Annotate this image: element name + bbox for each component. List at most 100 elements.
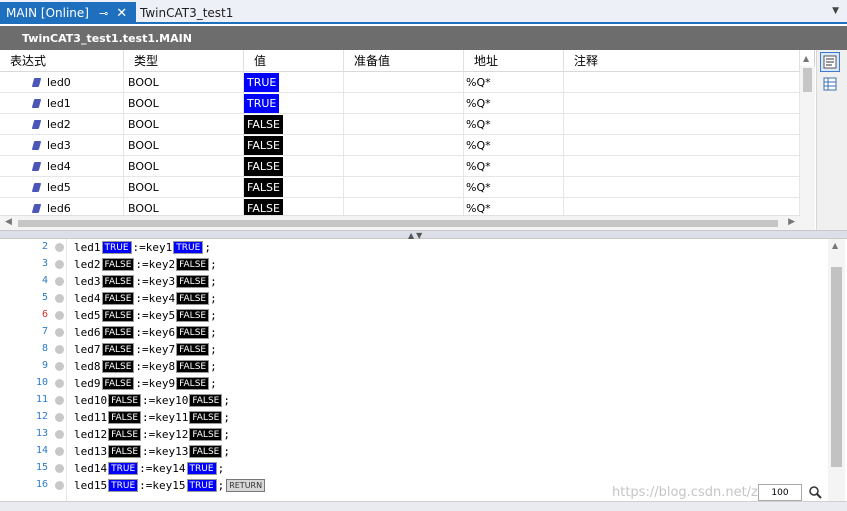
prepared-value-cell[interactable] <box>344 93 464 114</box>
table-row[interactable]: led0 BOOL TRUE %Q* <box>0 72 800 93</box>
inline-value-badge[interactable]: FALSE <box>176 292 210 305</box>
inline-value-badge[interactable]: FALSE <box>189 428 223 441</box>
inline-value-badge[interactable]: FALSE <box>108 411 142 424</box>
code-line[interactable]: led15 TRUE:= key15 TRUE; RETURN <box>74 477 266 494</box>
inline-value-badge[interactable]: FALSE <box>101 309 135 322</box>
breakpoint-marker-icon[interactable] <box>55 345 64 354</box>
code-line[interactable]: led5 FALSE:= key5 FALSE; <box>74 307 217 324</box>
prepared-value-cell[interactable] <box>344 156 464 177</box>
inline-value-badge[interactable]: FALSE <box>108 445 142 458</box>
table-row[interactable]: led5 BOOL FALSE %Q* <box>0 177 800 198</box>
scroll-left-icon[interactable]: ◀ <box>5 217 12 227</box>
inline-value-badge[interactable]: FALSE <box>176 326 210 339</box>
breakpoint-marker-icon[interactable] <box>55 430 64 439</box>
column-header-comment[interactable]: 注释 <box>564 50 800 72</box>
tab-twincat3-test1[interactable]: TwinCAT3_test1 <box>140 3 233 23</box>
inline-value-badge[interactable]: FALSE <box>101 258 135 271</box>
expression-cell[interactable]: led0 <box>0 72 124 93</box>
code-line[interactable]: led6 FALSE:= key6 FALSE; <box>74 324 217 341</box>
scrollbar-thumb[interactable] <box>803 68 812 92</box>
expression-cell[interactable]: led3 <box>0 135 124 156</box>
chevron-down-icon[interactable]: ▼ <box>832 6 839 16</box>
code-line[interactable]: led8 FALSE:= key8 FALSE; <box>74 358 217 375</box>
editor-horizontal-scrollbar[interactable] <box>0 501 847 511</box>
code-line[interactable]: led14 TRUE:= key14 TRUE; <box>74 460 224 477</box>
table-row[interactable]: led4 BOOL FALSE %Q* <box>0 156 800 177</box>
inline-value-badge[interactable]: FALSE <box>176 377 210 390</box>
code-line[interactable]: led11 FALSE:= key11 FALSE; <box>74 409 230 426</box>
declaration-view-icon[interactable] <box>820 52 840 72</box>
code-editor[interactable]: 2 led1 TRUE:= key1 TRUE; 3 led2 FALSE:= key2 FALS… <box>0 239 847 511</box>
scroll-right-icon[interactable]: ▶ <box>788 217 795 227</box>
column-header-address[interactable]: 地址 <box>464 50 564 72</box>
inline-value-badge[interactable]: TRUE <box>101 241 132 254</box>
inline-value-badge[interactable]: FALSE <box>176 360 210 373</box>
breakpoint-marker-icon[interactable] <box>55 481 64 490</box>
inline-value-badge[interactable]: FALSE <box>176 343 210 356</box>
expression-cell[interactable]: led5 <box>0 177 124 198</box>
code-line[interactable]: led1 TRUE:= key1 TRUE; <box>74 239 211 256</box>
table-view-icon[interactable] <box>820 74 840 94</box>
inline-value-badge[interactable]: FALSE <box>101 326 135 339</box>
scroll-up-icon[interactable]: ▲ <box>803 54 809 63</box>
inline-value-badge[interactable]: FALSE <box>176 258 210 271</box>
inline-value-badge[interactable]: FALSE <box>189 394 223 407</box>
breakpoint-marker-icon[interactable] <box>55 328 64 337</box>
inline-value-badge[interactable]: TRUE <box>173 241 204 254</box>
prepared-value-cell[interactable] <box>344 114 464 135</box>
breakpoint-marker-icon[interactable] <box>55 362 64 371</box>
column-header-value[interactable]: 值 <box>244 50 344 72</box>
breakpoint-marker-icon[interactable] <box>55 311 64 320</box>
inline-value-badge[interactable]: TRUE <box>108 462 139 475</box>
breakpoint-marker-icon[interactable] <box>55 260 64 269</box>
pane-splitter[interactable]: ▲▼ <box>0 230 847 240</box>
inline-value-badge[interactable]: TRUE <box>186 479 217 492</box>
code-line[interactable]: led12 FALSE:= key12 FALSE; <box>74 426 230 443</box>
code-line[interactable]: led3 FALSE:= key3 FALSE; <box>74 273 217 290</box>
inline-value-badge[interactable]: FALSE <box>176 275 210 288</box>
scrollbar-thumb[interactable] <box>831 267 842 467</box>
editor-vertical-scrollbar[interactable]: ▲ <box>828 239 845 501</box>
breakpoint-marker-icon[interactable] <box>55 243 64 252</box>
table-row[interactable]: led2 BOOL FALSE %Q* <box>0 114 800 135</box>
code-line[interactable]: led4 FALSE:= key4 FALSE; <box>74 290 217 307</box>
code-line[interactable]: led2 FALSE:= key2 FALSE; <box>74 256 217 273</box>
breakpoint-marker-icon[interactable] <box>55 396 64 405</box>
prepared-value-cell[interactable] <box>344 72 464 93</box>
code-line[interactable]: led13 FALSE:= key13 FALSE; <box>74 443 230 460</box>
expression-cell[interactable]: led2 <box>0 114 124 135</box>
expression-cell[interactable]: led4 <box>0 156 124 177</box>
scroll-up-icon[interactable]: ▲ <box>832 241 838 250</box>
breakpoint-marker-icon[interactable] <box>55 277 64 286</box>
tab-main-online[interactable]: MAIN [Online] ⊸ ✕ <box>0 2 136 24</box>
inline-value-badge[interactable]: FALSE <box>101 377 135 390</box>
inline-value-badge[interactable]: TRUE <box>108 479 139 492</box>
table-row[interactable]: led1 BOOL TRUE %Q* <box>0 93 800 114</box>
inline-value-badge[interactable]: FALSE <box>189 411 223 424</box>
inline-value-badge[interactable]: FALSE <box>101 275 135 288</box>
zoom-level-field[interactable]: 100 <box>758 484 802 501</box>
inline-value-badge[interactable]: FALSE <box>176 309 210 322</box>
table-row[interactable]: led3 BOOL FALSE %Q* <box>0 135 800 156</box>
column-header-prepared-value[interactable]: 准备值 <box>344 50 464 72</box>
column-header-type[interactable]: 类型 <box>124 50 244 72</box>
prepared-value-cell[interactable] <box>344 177 464 198</box>
breakpoint-marker-icon[interactable] <box>55 379 64 388</box>
scrollbar-thumb[interactable] <box>18 220 778 227</box>
inline-value-badge[interactable]: TRUE <box>186 462 217 475</box>
code-line[interactable]: led9 FALSE:= key9 FALSE; <box>74 375 217 392</box>
breakpoint-marker-icon[interactable] <box>55 294 64 303</box>
breakpoint-marker-icon[interactable] <box>55 464 64 473</box>
inline-value-badge[interactable]: FALSE <box>108 428 142 441</box>
inline-value-badge[interactable]: FALSE <box>101 292 135 305</box>
breakpoint-marker-icon[interactable] <box>55 413 64 422</box>
zoom-icon[interactable] <box>806 483 824 501</box>
prepared-value-cell[interactable] <box>344 135 464 156</box>
column-header-expression[interactable]: 表达式 <box>0 50 124 72</box>
code-line[interactable]: led7 FALSE:= key7 FALSE; <box>74 341 217 358</box>
inline-value-badge[interactable]: FALSE <box>101 343 135 356</box>
code-line[interactable]: led10 FALSE:= key10 FALSE; <box>74 392 230 409</box>
breakpoint-marker-icon[interactable] <box>55 447 64 456</box>
watch-horizontal-scrollbar[interactable]: ◀ ▶ <box>0 215 800 230</box>
close-icon[interactable]: ✕ <box>116 6 127 21</box>
